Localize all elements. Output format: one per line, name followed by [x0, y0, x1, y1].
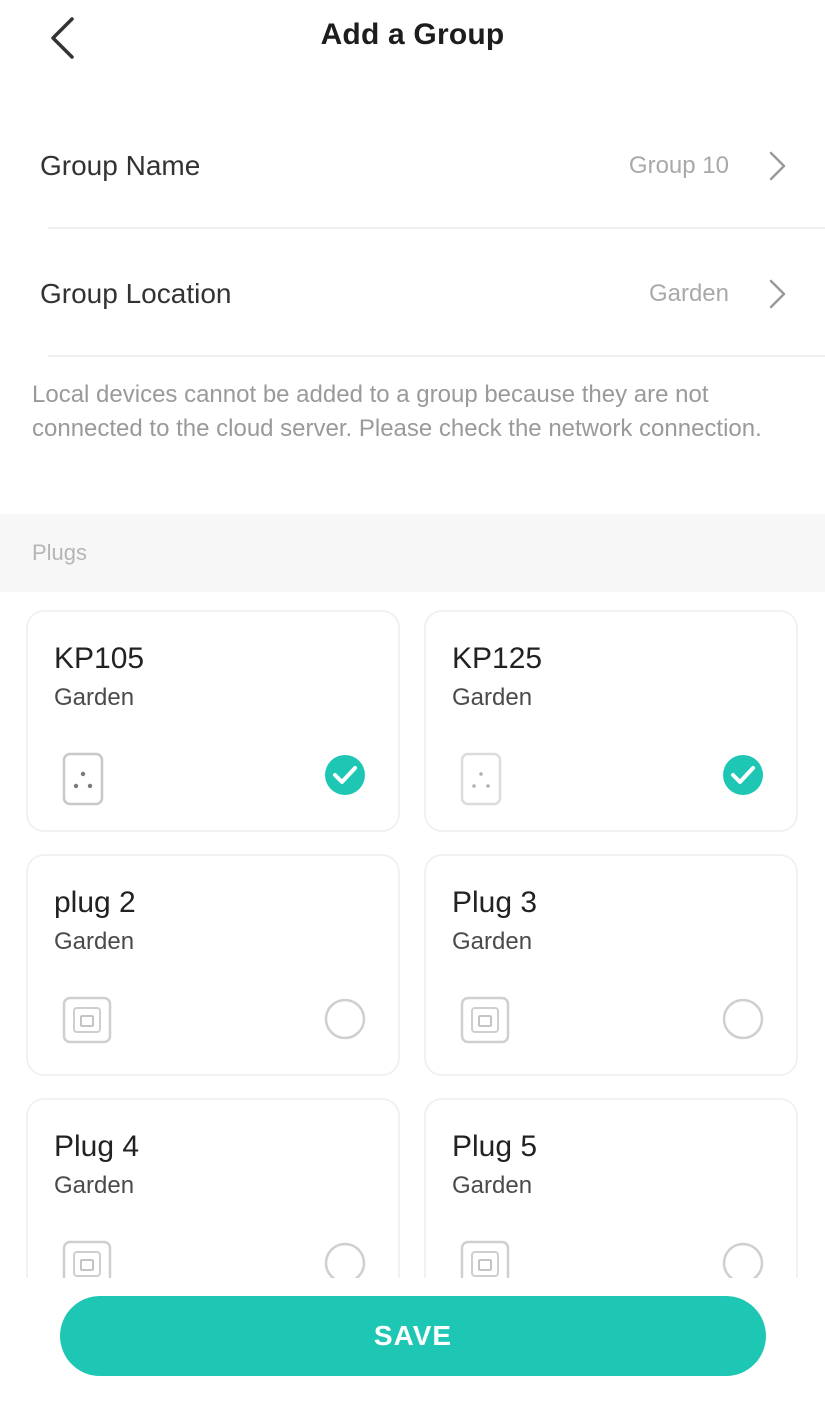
device-location: Garden [54, 1172, 135, 1199]
section-header: Plugs [0, 514, 825, 592]
group-location-label: Group Location [40, 278, 232, 309]
device-name: Plug 4 [54, 1130, 140, 1163]
device-card[interactable]: Plug 5 Garden [424, 1098, 798, 1278]
outlet-plug-icon [62, 996, 112, 1044]
unchecked-circle-icon[interactable] [324, 1242, 366, 1278]
checked-circle-icon[interactable] [722, 754, 764, 796]
group-location-row[interactable]: Group Location Garden [0, 231, 825, 357]
device-location: Garden [452, 684, 533, 711]
divider [48, 227, 825, 229]
device-location: Garden [452, 928, 533, 955]
device-card[interactable]: KP105 Garden [26, 610, 400, 832]
device-location: Garden [452, 1172, 533, 1199]
device-name: KP105 [54, 642, 145, 675]
checked-circle-icon[interactable] [324, 754, 366, 796]
group-name-value: Group 10 [628, 152, 729, 179]
unchecked-circle-icon[interactable] [722, 1242, 764, 1278]
device-name: Plug 5 [452, 1130, 538, 1163]
chevron-right-icon [769, 279, 786, 309]
group-location-value: Garden [648, 280, 729, 307]
device-name: Plug 3 [452, 886, 538, 919]
unchecked-circle-icon[interactable] [722, 998, 764, 1040]
group-name-label: Group Name [40, 150, 201, 181]
save-button[interactable]: SAVE [60, 1296, 766, 1376]
device-card[interactable]: Plug 3 Garden [424, 854, 798, 1076]
mini-plug-icon [460, 752, 502, 806]
device-card[interactable]: plug 2 Garden [26, 854, 400, 1076]
group-name-row[interactable]: Group Name Group 10 [0, 103, 825, 229]
cloud-note: Local devices cannot be added to a group… [32, 381, 762, 442]
header: Add a Group [0, 0, 825, 80]
device-card[interactable]: Plug 4 Garden [26, 1098, 400, 1278]
unchecked-circle-icon[interactable] [324, 998, 366, 1040]
mini-plug-icon [62, 752, 104, 806]
device-location: Garden [54, 684, 135, 711]
device-name: plug 2 [54, 886, 136, 919]
section-title: Plugs [32, 540, 88, 565]
device-name: KP125 [452, 642, 543, 675]
outlet-plug-icon [460, 996, 510, 1044]
divider [48, 355, 825, 357]
chevron-right-icon [769, 151, 786, 181]
page-title: Add a Group [320, 18, 505, 51]
outlet-plug-icon [460, 1240, 510, 1278]
outlet-plug-icon [62, 1240, 112, 1278]
device-card[interactable]: KP125 Garden [424, 610, 798, 832]
device-grid[interactable]: KP105 Garden KP125 Garden plug 2 Garden … [0, 592, 825, 1278]
device-location: Garden [54, 928, 135, 955]
